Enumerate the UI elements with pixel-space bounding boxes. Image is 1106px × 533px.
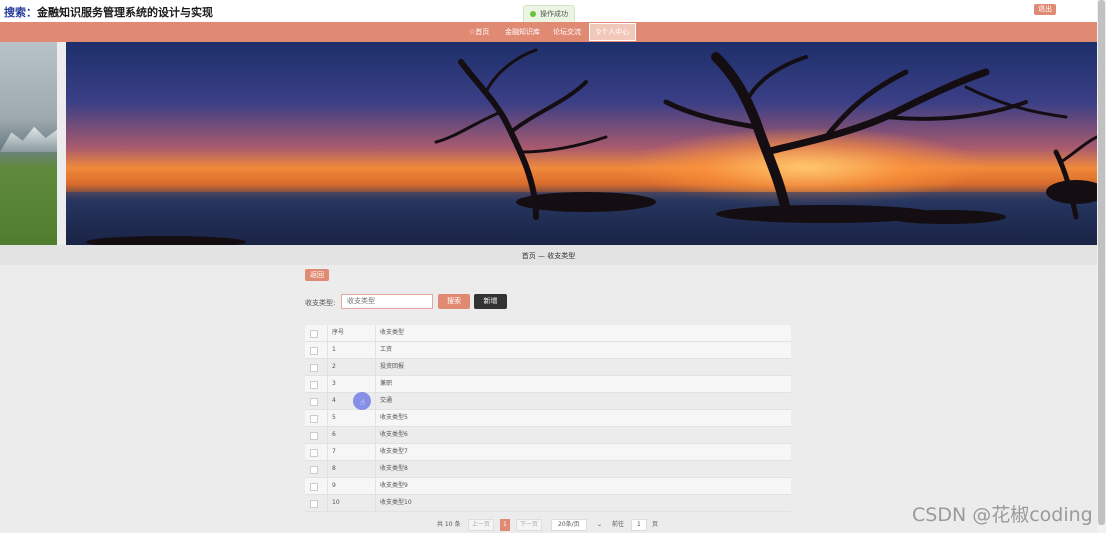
search-button[interactable]: 搜索	[438, 294, 470, 309]
mountain-shape	[0, 126, 57, 152]
pager-total: 共 10 条	[437, 521, 461, 528]
pager-next[interactable]: 下一页	[516, 519, 543, 531]
row-checkbox[interactable]	[310, 483, 318, 491]
mouse-cursor: ☝	[353, 392, 371, 410]
row-type: 收支类型9	[380, 482, 408, 489]
tree-silhouette	[86, 48, 1097, 245]
banner-prev-slide[interactable]	[0, 42, 57, 245]
page-size-select[interactable]: 20条/页	[551, 519, 587, 531]
add-button[interactable]: 新增	[474, 294, 507, 309]
table-row[interactable]: 4 交通	[305, 393, 791, 410]
row-no: 3	[332, 380, 336, 387]
row-checkbox[interactable]	[310, 347, 318, 355]
breadcrumb-bar: 首页 — 收支类型	[0, 245, 1097, 265]
row-no: 8	[332, 465, 336, 472]
row-type: 收支类型10	[380, 499, 412, 506]
table-row[interactable]: 5 收支类型5	[305, 410, 791, 427]
row-type: 工资	[380, 346, 393, 353]
row-type: 收支类型6	[380, 431, 408, 438]
title-prefix: 搜索：	[4, 6, 37, 19]
row-checkbox[interactable]	[310, 381, 318, 389]
row-no: 10	[332, 499, 340, 506]
logout-button[interactable]: 退出	[1034, 4, 1056, 15]
row-type: 收支类型5	[380, 414, 408, 421]
table-row[interactable]: 9 收支类型9	[305, 478, 791, 495]
nav-forum[interactable]: 论坛交流	[553, 26, 581, 42]
row-checkbox[interactable]	[310, 364, 318, 372]
success-icon	[530, 11, 536, 17]
breadcrumb-separator: —	[538, 252, 545, 260]
row-checkbox[interactable]	[310, 500, 318, 508]
pager-prev[interactable]: 上一页	[468, 519, 495, 531]
table-row[interactable]: 6 收支类型6	[305, 427, 791, 444]
data-table: 序号 收支类型 1 工资 2 投资回报 3 兼职 4 交通 5 收支类型5 6 收支类型 6 …	[305, 325, 791, 512]
breadcrumb-current: 收支类型	[547, 252, 576, 260]
toast-text: 操作成功	[540, 10, 568, 18]
main-nav: ☆首页 金融知识库 论坛交流 ♀个人中心	[0, 22, 1097, 42]
row-checkbox[interactable]	[310, 415, 318, 423]
table-row[interactable]: 3 兼职	[305, 376, 791, 393]
pager-unit: 页	[652, 521, 659, 528]
hand-pointer-icon: ☝	[360, 398, 365, 407]
breadcrumb-home[interactable]: 首页	[522, 252, 536, 260]
watermark: CSDN @花椒coding	[912, 504, 1093, 526]
row-no: 4	[332, 397, 336, 404]
row-type: 收支类型7	[380, 448, 408, 455]
search-label: 收支类型:	[305, 299, 336, 307]
row-type: 收支类型8	[380, 465, 408, 472]
row-no: 1	[332, 346, 336, 353]
breadcrumb: 首页 — 收支类型	[0, 251, 1097, 261]
row-checkbox[interactable]	[310, 449, 318, 457]
scrollbar-thumb[interactable]	[1098, 0, 1105, 525]
row-no: 9	[332, 482, 336, 489]
row-checkbox[interactable]	[310, 466, 318, 474]
row-checkbox[interactable]	[310, 398, 318, 406]
row-type: 兼职	[380, 380, 393, 387]
pager-jump-input[interactable]: 1	[631, 519, 647, 531]
row-type: 交通	[380, 397, 393, 404]
logout-label: 退出	[1038, 5, 1052, 13]
row-no: 6	[332, 431, 336, 438]
table-row[interactable]: 2 投资回报	[305, 359, 791, 376]
pager-current-page[interactable]: 1	[500, 519, 510, 531]
header-type: 收支类型	[380, 329, 405, 336]
search-input[interactable]	[341, 294, 433, 309]
banner-image[interactable]	[66, 42, 1097, 245]
nav-personal-center[interactable]: ♀个人中心	[589, 23, 637, 41]
title-text: 金融知识服务管理系统的设计与实现	[37, 6, 213, 19]
table-row[interactable]: 1 工资	[305, 342, 791, 359]
back-button[interactable]: 返回	[305, 269, 329, 281]
table-row[interactable]: 8 收支类型8	[305, 461, 791, 478]
row-no: 7	[332, 448, 336, 455]
page-scrollbar[interactable]	[1097, 0, 1106, 533]
nav-knowledge-base[interactable]: 金融知识库	[505, 26, 540, 42]
nav-home[interactable]: ☆首页	[469, 26, 489, 42]
row-checkbox[interactable]	[310, 432, 318, 440]
site-title: 搜索：金融知识服务管理系统的设计与实现	[4, 4, 213, 20]
row-no: 2	[332, 363, 336, 370]
row-no: 5	[332, 414, 336, 421]
table-header: 序号 收支类型	[305, 325, 791, 342]
select-all-checkbox[interactable]	[310, 330, 318, 338]
table-row[interactable]: 7 收支类型7	[305, 444, 791, 461]
pager-jump-label: 前往	[612, 521, 625, 528]
top-bar: 搜索：金融知识服务管理系统的设计与实现 操作成功 退出	[0, 0, 1106, 24]
row-type: 投资回报	[380, 363, 405, 370]
header-no: 序号	[332, 329, 345, 336]
table-row[interactable]: 10 收支类型10	[305, 495, 791, 512]
